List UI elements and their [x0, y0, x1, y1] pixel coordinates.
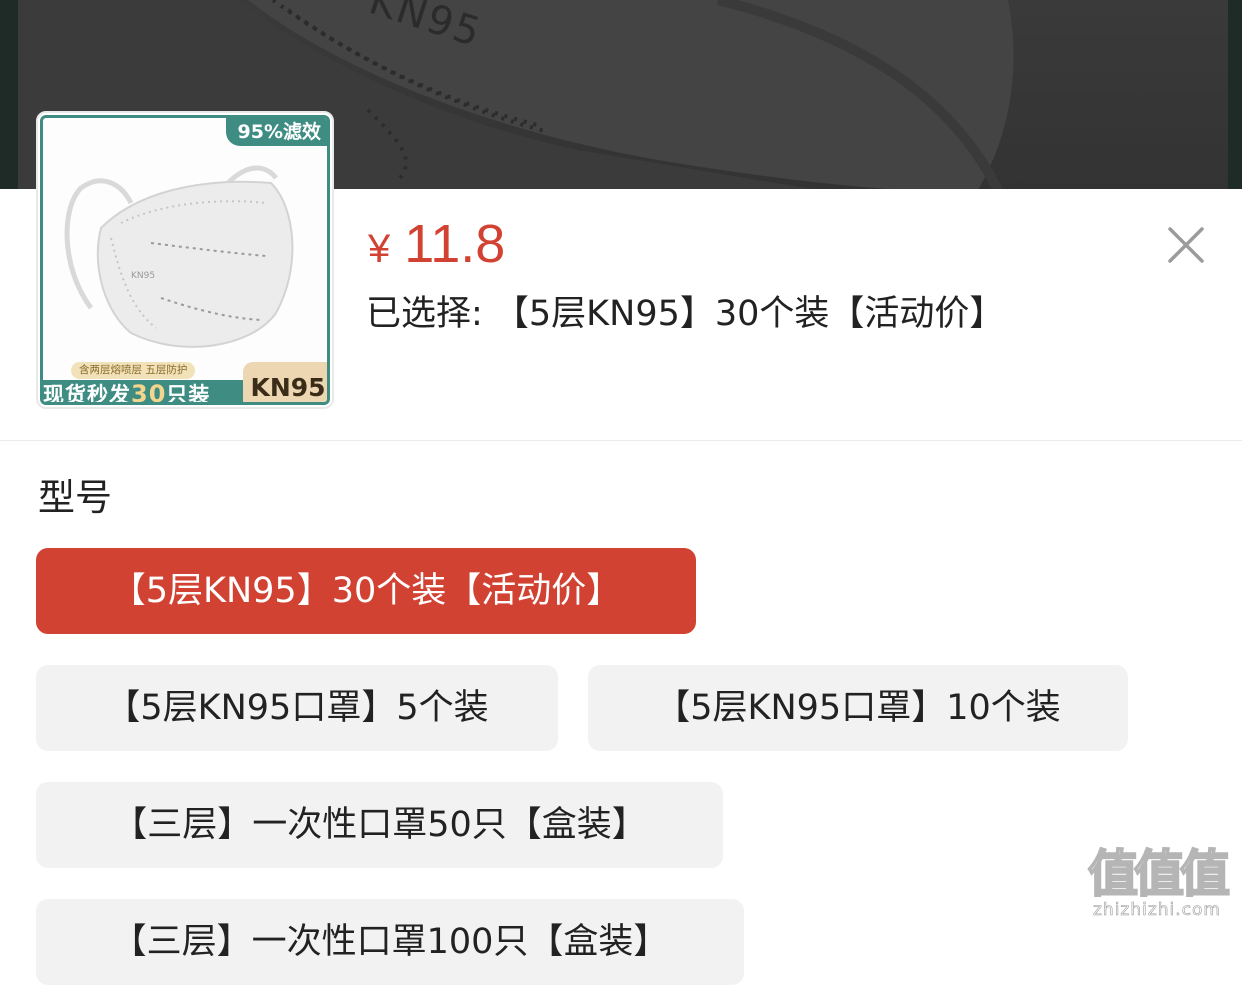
product-thumbnail[interactable]: KN95 95%滤效 含两层熔喷层 五层防护 现货秒发30只装 KN95 [36, 111, 334, 409]
watermark-url: zhizhizhi.com [1093, 900, 1221, 921]
selected-variant-text: 已选择: 【5层KN95】30个装【活动价】 [366, 294, 1005, 334]
watermark-logo: 值值值 [1087, 845, 1231, 903]
variant-option-3ply-100-box[interactable]: 【三层】一次性口罩100只【盒装】 [36, 899, 744, 985]
variant-section-title: 型号 [38, 476, 112, 519]
mask-icon: KN95 [64, 165, 294, 348]
thumbnail-promo-banner: 现货秒发30只装 [43, 380, 243, 405]
currency-symbol: ¥ [368, 227, 391, 271]
promo-count: 30 [131, 380, 167, 405]
close-icon [1168, 227, 1204, 263]
filter-efficiency-badge: 95%滤效 [225, 118, 327, 146]
variant-option-3ply-50-box[interactable]: 【三层】一次性口罩50只【盒装】 [36, 782, 723, 868]
promo-text-before: 现货秒发 [43, 383, 131, 405]
close-button[interactable] [1160, 219, 1212, 271]
variant-option-kn95-10-pack[interactable]: 【5层KN95口罩】10个装 [588, 665, 1128, 751]
site-watermark: 值值值 zhizhizhi.com [1082, 845, 1232, 921]
variant-option-kn95-30-pack[interactable]: 【5层KN95】30个装【活动价】 [36, 548, 696, 634]
thumbnail-feature-tags: 含两层熔喷层 五层防护 [71, 362, 196, 379]
variant-option-kn95-5-pack[interactable]: 【5层KN95口罩】5个装 [36, 665, 558, 751]
price: ¥11.8 [368, 214, 505, 279]
kn95-badge: KN95 [243, 362, 327, 402]
price-value: 11.8 [404, 214, 506, 274]
thumbnail-frame: KN95 95%滤效 含两层熔喷层 五层防护 现货秒发30只装 KN95 [40, 115, 330, 405]
svg-text:KN95: KN95 [131, 271, 155, 281]
header-divider [0, 440, 1242, 441]
promo-text-after: 只装 [166, 383, 211, 405]
